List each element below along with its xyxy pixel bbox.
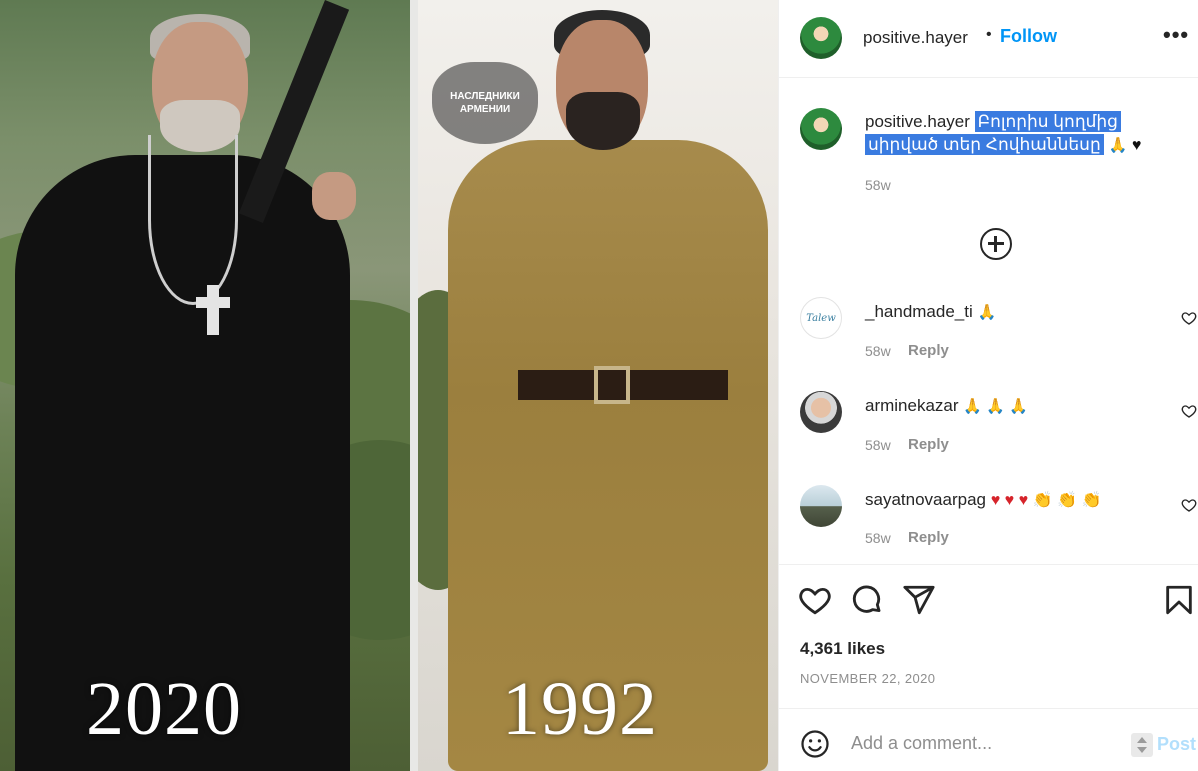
add-comment-bar: Post	[779, 708, 1198, 771]
comment-timestamp[interactable]: 58w	[865, 343, 891, 359]
pray-emoji: 🙏	[1108, 137, 1128, 154]
cross-icon	[207, 285, 219, 335]
comment-username[interactable]: arminekazar	[865, 396, 959, 415]
comment-username[interactable]: sayatnovaarpag	[865, 490, 986, 509]
action-bar	[779, 564, 1198, 615]
cross-chain	[148, 135, 238, 305]
caption-text-line1: Բոլորիս կողմից	[974, 111, 1121, 132]
bookmark-icon[interactable]	[1162, 583, 1196, 617]
post-media[interactable]: 2020 НАСЛЕДНИКИ АРМЕНИИ 1992	[0, 0, 778, 771]
post-sidebar: positive.hayer • Follow ••• positive.hay…	[778, 0, 1198, 771]
comment-avatar[interactable]	[800, 391, 842, 433]
share-icon[interactable]	[902, 583, 936, 617]
photo-panel-1992: НАСЛЕДНИКИ АРМЕНИИ 1992	[418, 0, 778, 771]
like-icon[interactable]	[798, 583, 832, 617]
pray-emoji: 🙏 🙏 🙏	[963, 398, 1028, 415]
comment-row: _handmade_ti 🙏	[865, 302, 996, 322]
comment-like-icon[interactable]	[1181, 497, 1197, 513]
belt-buckle	[594, 366, 630, 404]
header-username[interactable]: positive.hayer	[863, 28, 968, 48]
reply-button[interactable]: Reply	[908, 436, 949, 453]
avatar-logo-text: Talew	[806, 313, 836, 324]
comment-icon[interactable]	[850, 583, 884, 617]
red-heart-emojis: ♥ ♥ ♥	[990, 492, 1029, 509]
post-button[interactable]: Post	[1157, 734, 1196, 755]
follow-button[interactable]: Follow	[1000, 26, 1057, 47]
comment-like-icon[interactable]	[1181, 310, 1197, 326]
comment-timestamp[interactable]: 58w	[865, 530, 891, 546]
pray-emoji: 🙏	[977, 304, 997, 321]
caption-username[interactable]: positive.hayer	[865, 112, 970, 131]
comment-row: arminekazar 🙏 🙏 🙏	[865, 396, 1028, 416]
priest-hand	[312, 172, 356, 220]
caption-avatar[interactable]	[800, 108, 842, 150]
comment-input[interactable]	[851, 727, 1121, 759]
emblem-logo: НАСЛЕДНИКИ АРМЕНИИ	[432, 62, 538, 144]
reply-button[interactable]: Reply	[908, 342, 949, 359]
likes-count[interactable]: 4,361 likes	[800, 639, 885, 659]
comment-timestamp[interactable]: 58w	[865, 437, 891, 453]
black-heart-emoji: ♥	[1131, 137, 1142, 154]
year-label-left: 2020	[86, 667, 242, 751]
clap-emojis: 👏 👏 👏	[1032, 492, 1102, 509]
caption: positive.hayer Բոլորիս կողմից սիրված տեր…	[865, 110, 1155, 157]
more-options-icon[interactable]: •••	[1163, 22, 1189, 48]
cross-icon-bar	[196, 297, 230, 308]
comment-like-icon[interactable]	[1181, 403, 1197, 419]
comment-username[interactable]: _handmade_ti	[865, 302, 973, 321]
year-label-right: 1992	[502, 667, 658, 751]
photo-panel-2020: 2020	[0, 0, 410, 771]
emblem-text: НАСЛЕДНИКИ АРМЕНИИ	[450, 91, 520, 115]
post-header: positive.hayer • Follow •••	[779, 0, 1198, 78]
caption-timestamp[interactable]: 58w	[865, 177, 891, 193]
photo-divider	[410, 0, 418, 771]
soldier-beard	[566, 92, 640, 150]
avatar[interactable]	[800, 17, 842, 59]
caption-text-line2: սիրված տեր Հովհաննեսը	[865, 134, 1104, 155]
emoji-picker-icon[interactable]	[800, 729, 830, 759]
comment-row: sayatnovaarpag ♥ ♥ ♥ 👏 👏 👏	[865, 490, 1102, 510]
post-date: NOVEMBER 22, 2020	[800, 671, 936, 686]
comment-avatar[interactable]	[800, 485, 842, 527]
scroll-spinner-icon[interactable]	[1131, 733, 1153, 757]
comment-avatar[interactable]: Talew	[800, 297, 842, 339]
load-more-comments-icon[interactable]	[980, 228, 1012, 260]
reply-button[interactable]: Reply	[908, 529, 949, 546]
separator-dot: •	[986, 26, 992, 43]
